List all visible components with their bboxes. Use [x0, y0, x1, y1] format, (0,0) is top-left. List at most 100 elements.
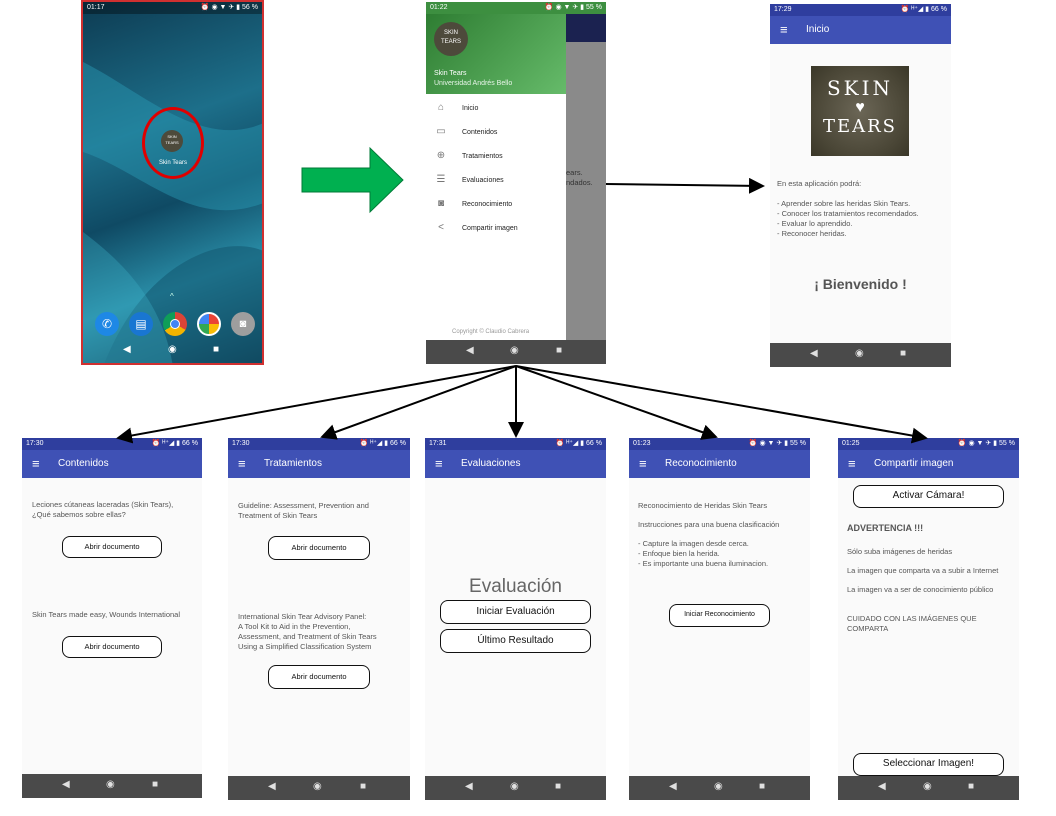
inicio-screen: 17:29 ⏰ ᴴ⁺◢ ▮ 66 % ≡ Inicio SKIN ♥ TEARS … [770, 4, 951, 367]
heart-icon: ♥ [855, 99, 865, 116]
document-2-title: Skin Tears made easy, Wounds Internation… [32, 610, 181, 619]
warning-line-3: La imagen va a ser de conocimiento públi… [847, 585, 994, 594]
recents-icon[interactable]: ■ [360, 781, 366, 792]
start-recognition-button[interactable]: Iniciar Reconocimiento [669, 604, 770, 627]
status-icons: ⏰ ᴴ⁺◢ ▮ 66 % [555, 440, 602, 447]
recents-icon[interactable]: ■ [555, 781, 561, 792]
copyright: Copyright © Claudio Cabrera [452, 329, 530, 335]
open-document-2-button[interactable]: Abrir documento [62, 636, 162, 658]
screen-title: Tratamientos [264, 458, 322, 469]
phone-app-icon[interactable]: ✆ [95, 312, 119, 336]
open-document-2-button[interactable]: Abrir documento [268, 665, 370, 689]
status-icons: ⏰ ◉ ▼ ✈ ▮ 55 % [748, 440, 806, 447]
status-time: 17:31 [429, 440, 447, 447]
hamburger-menu-icon[interactable]: ≡ [238, 450, 246, 478]
home-navbar: ◀ ◉ ■ [83, 339, 262, 363]
back-icon[interactable]: ◀ [465, 781, 473, 792]
recents-icon[interactable]: ■ [759, 781, 765, 792]
drawer-item-inicio[interactable]: ⌂ Inicio [426, 98, 566, 122]
recents-icon[interactable]: ■ [556, 345, 562, 356]
caution-text: CUIDADO CON LAS IMÁGENES QUE COMPARTA [847, 614, 977, 633]
back-icon[interactable]: ◀ [669, 781, 677, 792]
recents-icon[interactable]: ■ [152, 779, 158, 790]
back-icon[interactable]: ◀ [466, 345, 474, 356]
hamburger-menu-icon[interactable]: ≡ [32, 450, 40, 478]
recents-icon[interactable]: ■ [968, 781, 974, 792]
app-bar: ≡ Evaluaciones [425, 450, 606, 478]
open-document-1-button[interactable]: Abrir documento [62, 536, 162, 558]
back-icon[interactable]: ◀ [878, 781, 886, 792]
hamburger-menu-icon[interactable]: ≡ [639, 450, 647, 478]
android-navbar: ◀ ◉ ■ [426, 340, 606, 364]
highlight-circle [142, 107, 204, 179]
drawer-item-tratamientos[interactable]: ⊕ Tratamientos [426, 146, 566, 170]
logo-text-tears: TEARS [822, 116, 898, 137]
home-icon[interactable]: ◉ [714, 781, 723, 792]
last-result-button[interactable]: Último Resultado [440, 629, 591, 653]
drawer-item-contenidos[interactable]: ▭ Contenidos [426, 122, 566, 146]
back-icon[interactable]: ◀ [62, 779, 70, 790]
app-bar: ≡ Tratamientos [228, 450, 410, 478]
feature-list: - Aprender sobre las heridas Skin Tears.… [777, 199, 919, 238]
home-icon[interactable]: ◉ [168, 344, 177, 355]
app-drawer-chevron-icon[interactable]: ^ [170, 292, 174, 301]
home-icon[interactable]: ◉ [313, 781, 322, 792]
document-1-title: Leciones cútaneas laceradas (Skin Tears)… [32, 500, 174, 519]
status-icons: ⏰ ᴴ⁺◢ ▮ 66 % [359, 440, 406, 447]
status-time: 01:23 [633, 440, 651, 447]
arrow-to-reconocimiento [515, 365, 718, 440]
messages-app-icon[interactable]: ▤ [129, 312, 153, 336]
drawer-item-label: Tratamientos [462, 153, 503, 160]
screen-title: Inicio [806, 24, 830, 35]
back-icon[interactable]: ◀ [268, 781, 276, 792]
compartir-screen: 01:25 ⏰ ◉ ▼ ✈ ▮ 55 % ≡ Compartir imagen A… [838, 438, 1019, 800]
drawer-item-label: Evaluaciones [462, 177, 504, 184]
status-icons: ⏰ ᴴ⁺◢ ▮ 66 % [151, 440, 198, 447]
drawer-item-compartir[interactable]: < Compartir imagen [426, 218, 566, 242]
select-image-button[interactable]: Seleccionar Imagen! [853, 753, 1004, 776]
home-icon[interactable]: ◉ [510, 345, 519, 356]
drawer-item-label: Compartir imagen [462, 225, 518, 232]
hamburger-menu-icon[interactable]: ≡ [435, 450, 443, 478]
hamburger-menu-icon[interactable]: ≡ [780, 16, 788, 44]
home-icon[interactable]: ◉ [106, 779, 115, 790]
android-navbar: ◀ ◉ ■ [425, 776, 606, 800]
status-time: 17:30 [232, 440, 250, 447]
start-evaluation-button[interactable]: Iniciar Evaluación [440, 600, 591, 624]
open-document-1-button[interactable]: Abrir documento [268, 536, 370, 560]
drawer-app-name: Skin Tears [434, 70, 467, 77]
drawer-item-reconocimiento[interactable]: ◙ Reconocimiento [426, 194, 566, 218]
android-navbar: ◀ ◉ ■ [838, 776, 1019, 800]
checklist-icon: ☰ [436, 174, 446, 185]
drawer-header: SKIN TEARS Skin Tears Universidad Andrés… [426, 14, 566, 94]
status-time: 01:25 [842, 440, 860, 447]
screen-title: Compartir imagen [874, 458, 954, 469]
intro-text: En esta aplicación podrá: [777, 179, 862, 188]
recents-icon[interactable]: ■ [900, 348, 906, 359]
recents-icon[interactable]: ■ [213, 344, 219, 355]
drawer-logo: SKIN TEARS [434, 22, 468, 56]
home-icon[interactable]: ◉ [510, 781, 519, 792]
arrow-to-tratamientos [320, 365, 517, 440]
screen-title: Reconocimiento [665, 458, 737, 469]
house-icon: ⌂ [437, 102, 445, 113]
chrome-app-icon[interactable] [163, 312, 187, 336]
drawer-item-label: Inicio [462, 105, 479, 112]
android-navbar: ◀ ◉ ■ [228, 776, 410, 800]
drawer-item-evaluaciones[interactable]: ☰ Evaluaciones [426, 170, 566, 194]
back-icon[interactable]: ◀ [123, 344, 131, 355]
drawer-item-label: Contenidos [462, 129, 498, 136]
android-navbar: ◀ ◉ ■ [22, 774, 202, 798]
home-icon[interactable]: ◉ [923, 781, 932, 792]
camera-app-icon[interactable]: ◙ [231, 312, 255, 336]
photos-app-icon[interactable] [197, 312, 221, 336]
back-icon[interactable]: ◀ [810, 348, 818, 359]
camera-icon: ◙ [437, 198, 445, 209]
home-icon[interactable]: ◉ [855, 348, 864, 359]
app-bar: ≡ Compartir imagen [838, 450, 1019, 478]
activate-camera-button[interactable]: Activar Cámara! [853, 485, 1004, 508]
hamburger-menu-icon[interactable]: ≡ [848, 450, 856, 478]
drawer-item-label: Reconocimiento [462, 201, 513, 208]
contenidos-screen: 17:30 ⏰ ᴴ⁺◢ ▮ 66 % ≡ Contenidos Leciones … [22, 438, 202, 798]
app-bar: ≡ Inicio [770, 16, 951, 44]
